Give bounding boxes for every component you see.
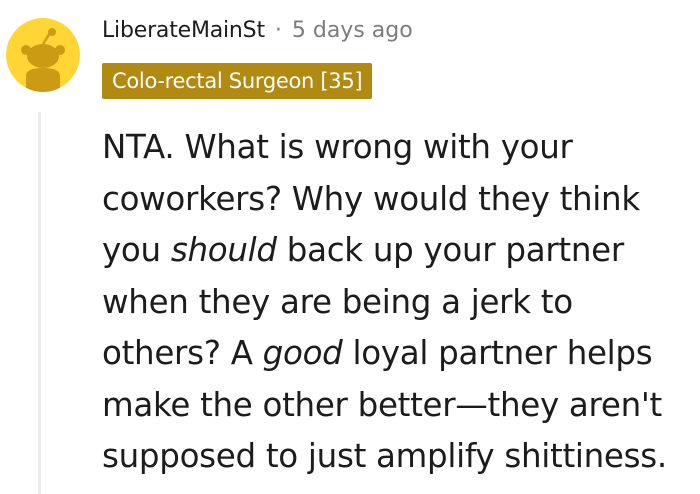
body-emphasis: should	[170, 231, 277, 269]
thread-collapse-line[interactable]	[38, 112, 41, 494]
comment: LiberateMainSt · 5 days ago Colo-rectal …	[0, 0, 700, 494]
body-line-2: coworkers? Why would they think	[102, 179, 640, 218]
user-flair-badge: Colo-rectal Surgeon [35]	[102, 63, 373, 99]
body-text: loyal partner helps	[342, 334, 653, 372]
author-username[interactable]: LiberateMainSt	[102, 18, 265, 43]
meta-separator: ·	[274, 17, 282, 43]
body-text: others? A	[102, 334, 263, 372]
body-emphasis: good	[262, 334, 343, 372]
comment-body: NTA. What is wrong with your coworkers? …	[102, 122, 692, 483]
comment-meta: LiberateMainSt · 5 days ago	[102, 12, 413, 48]
body-line-1: NTA. What is wrong with your	[102, 128, 573, 166]
body-line-6: make the other better—they aren't	[102, 385, 662, 424]
body-text: back up your partner	[276, 231, 624, 269]
body-line-7: supposed to just amplify shittiness.	[102, 437, 667, 475]
body-line-3: you should back up your partner	[102, 225, 692, 277]
user-avatar-icon[interactable]	[6, 18, 80, 92]
body-line-4: when they are being a jerk to	[102, 282, 573, 321]
body-text: you	[102, 231, 171, 269]
body-line-5: others? A good loyal partner helps	[102, 328, 692, 380]
comment-timestamp[interactable]: 5 days ago	[292, 18, 413, 43]
